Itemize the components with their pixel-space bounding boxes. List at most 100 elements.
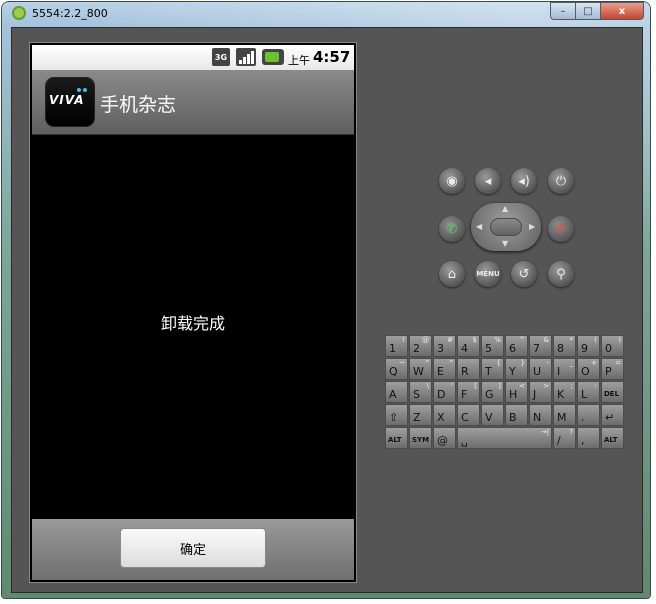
key[interactable]: 0)	[601, 335, 624, 357]
emulator-client-area: 3G 上午 4:57 VIVA 手机杂志 卸载完成 确定 ◉ ◂ ◂) ⏻ ✆ …	[11, 27, 643, 593]
keyboard-row-3: A S \ D ' F[G] H < J > K; L: DEL	[385, 381, 629, 403]
key-label: 7	[533, 342, 540, 355]
back-button[interactable]: ↺	[511, 261, 537, 287]
key[interactable]: 7 &	[529, 335, 552, 357]
key-label: ⇧	[389, 411, 399, 424]
ok-button[interactable]: 确定	[120, 528, 266, 568]
search-button[interactable]: ⚲	[548, 261, 574, 287]
key[interactable]: B	[505, 404, 528, 426]
key[interactable]: Z	[409, 404, 432, 426]
key[interactable]: 6 ^	[505, 335, 528, 357]
key-label: Y	[509, 365, 516, 378]
key[interactable]: @	[433, 427, 456, 449]
call-button[interactable]: ✆	[439, 216, 465, 242]
key[interactable]: ,	[577, 427, 600, 449]
dpad-center-button[interactable]	[490, 218, 522, 236]
key[interactable]: A	[385, 381, 408, 403]
key[interactable]: C	[457, 404, 480, 426]
key[interactable]: L:	[577, 381, 600, 403]
key[interactable]: ALT	[385, 427, 408, 449]
key[interactable]: D '	[433, 381, 456, 403]
key[interactable]: O +	[577, 358, 600, 380]
key[interactable]: 8 *	[553, 335, 576, 357]
status-bar[interactable]: 3G 上午 4:57	[32, 45, 354, 70]
maximize-button[interactable]: □	[576, 2, 601, 20]
key[interactable]: Y}	[505, 358, 528, 380]
end-call-button[interactable]: ✆	[548, 216, 574, 242]
key-sublabel: "	[449, 359, 453, 367]
title-bar[interactable]: 5554:2.2_800 – □ x	[2, 2, 650, 26]
dpad-left-icon[interactable]: ◀	[476, 222, 482, 231]
key[interactable]: ↵	[601, 404, 624, 426]
key-label: ALT	[388, 436, 402, 444]
key[interactable]: DEL	[601, 381, 624, 403]
key-sublabel: {	[496, 359, 501, 367]
dpad-up-icon[interactable]: ▲	[502, 204, 508, 213]
key[interactable]: 9(	[577, 335, 600, 357]
key[interactable]: G]	[481, 381, 504, 403]
key-sublabel: +	[591, 359, 597, 367]
volume-up-button[interactable]: ◂)	[511, 168, 537, 194]
key-sublabel: ^	[519, 336, 525, 344]
key[interactable]: 5%	[481, 335, 504, 357]
key-label: ALT	[604, 436, 618, 444]
key[interactable]: 2 @	[409, 335, 432, 357]
key-label: 4	[461, 342, 468, 355]
key-sublabel: ~	[399, 359, 405, 367]
key[interactable]: W "	[409, 358, 432, 380]
key[interactable]: P =	[601, 358, 624, 380]
key-label: P	[605, 365, 612, 378]
key[interactable]: T{	[481, 358, 504, 380]
minimize-button[interactable]: –	[550, 2, 576, 20]
logo-wordmark: VIVA	[49, 93, 85, 107]
key[interactable]: S \	[409, 381, 432, 403]
app-title: 手机杂志	[100, 94, 177, 116]
key[interactable]: E "	[433, 358, 456, 380]
key[interactable]: SYM	[409, 427, 432, 449]
key-sublabel: _	[569, 359, 574, 367]
key-label: B	[509, 411, 517, 424]
key[interactable]: .	[577, 404, 600, 426]
key[interactable]: ALT	[601, 427, 624, 449]
key[interactable]: J >	[529, 381, 552, 403]
key-label: S	[413, 388, 420, 401]
key[interactable]: R	[457, 358, 480, 380]
close-button[interactable]: x	[601, 2, 644, 20]
app-logo-icon: VIVA	[46, 78, 94, 126]
keyboard-row-1: 1! 2 @3 #4 $5% 6 ^ 7 & 8 * 9(0)	[385, 335, 629, 357]
key-label: A	[389, 388, 397, 401]
key[interactable]: /?	[553, 427, 576, 449]
key-label: R	[461, 365, 469, 378]
dpad-down-icon[interactable]: ▼	[502, 239, 508, 248]
key[interactable]: ⇧	[385, 404, 408, 426]
key[interactable]: F[	[457, 381, 480, 403]
dpad-right-icon[interactable]: ▶	[529, 222, 535, 231]
home-button[interactable]: ⌂	[439, 261, 465, 287]
key[interactable]: Q ~	[385, 358, 408, 380]
keyboard-row-4: ⇧ Z X C V B N M. ↵	[385, 404, 629, 426]
volume-down-button[interactable]: ◂	[475, 168, 501, 194]
key[interactable]: 4 $	[457, 335, 480, 357]
dpad[interactable]: ▲ ▼ ◀ ▶	[471, 203, 541, 251]
power-button[interactable]: ⏻	[548, 168, 574, 194]
key[interactable]: H <	[505, 381, 528, 403]
key[interactable]: I _	[553, 358, 576, 380]
phone-screen[interactable]: 3G 上午 4:57 VIVA 手机杂志 卸载完成 确定	[30, 43, 356, 582]
key-sublabel: ?	[569, 428, 573, 436]
key-sublabel: "	[425, 359, 429, 367]
key[interactable]: M	[553, 404, 576, 426]
key[interactable]: 1!	[385, 335, 408, 357]
key[interactable]: ␣ →|	[457, 427, 552, 449]
key[interactable]: 3 #	[433, 335, 456, 357]
button-bar: 确定	[32, 519, 354, 580]
key[interactable]: U-	[529, 358, 552, 380]
key-label: 8	[557, 342, 564, 355]
key[interactable]: K;	[553, 381, 576, 403]
camera-button[interactable]: ◉	[439, 168, 465, 194]
key-sublabel: -	[546, 359, 549, 367]
key[interactable]: N	[529, 404, 552, 426]
key[interactable]: X	[433, 404, 456, 426]
key[interactable]: V	[481, 404, 504, 426]
key-sublabel: *	[569, 336, 574, 344]
menu-button[interactable]: MENU	[475, 261, 501, 287]
